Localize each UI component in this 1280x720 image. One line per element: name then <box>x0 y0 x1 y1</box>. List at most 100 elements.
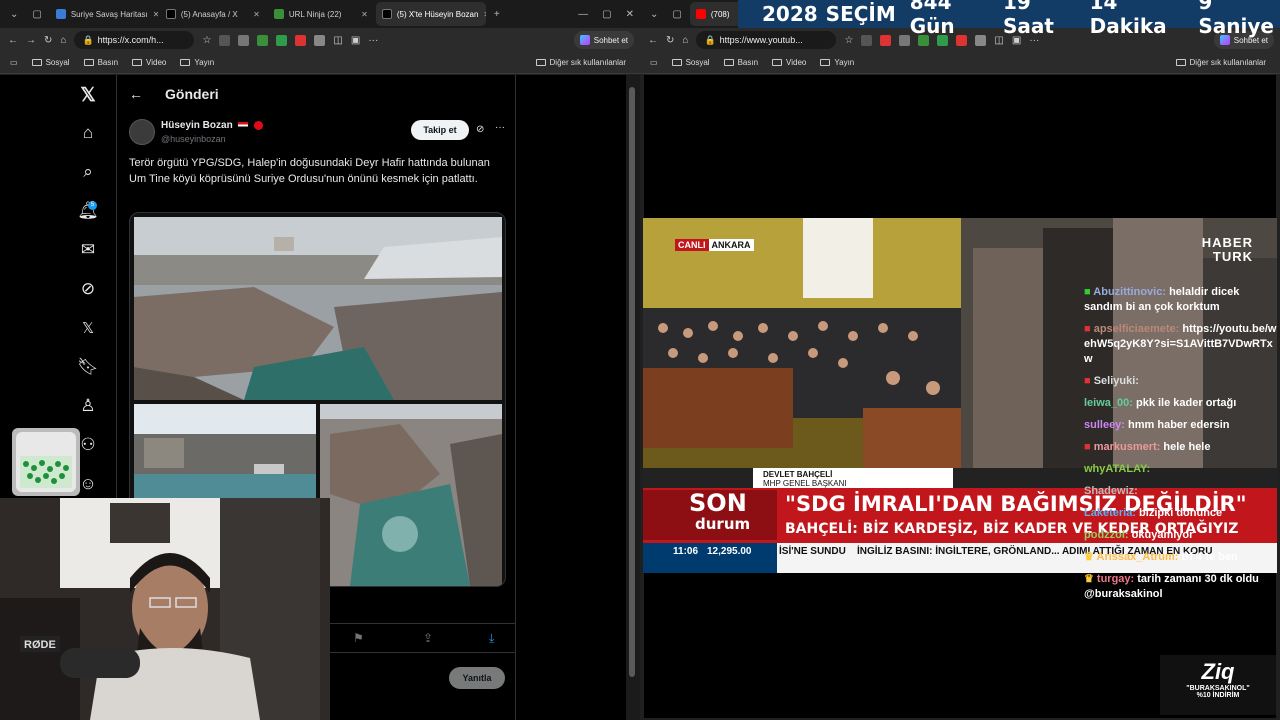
live-tag: CANLI ANKARA <box>675 239 754 251</box>
chat-user: turgay: <box>1096 573 1135 585</box>
extension-icon[interactable] <box>899 34 911 46</box>
bookmark-folder[interactable]: Yayın <box>820 58 854 67</box>
chat-user: Seliyuki: <box>1093 375 1139 387</box>
x-logo-icon[interactable]: 𝕏 <box>78 85 98 106</box>
follow-button[interactable]: Takip et <box>411 120 469 140</box>
author-name-row[interactable]: Hüseyin Bozan <box>161 120 264 131</box>
home-icon[interactable]: ⌂ <box>78 123 98 143</box>
premium-x-icon[interactable]: 𝕏 <box>78 318 98 338</box>
extension-icon[interactable] <box>295 34 307 46</box>
bookmark-icon[interactable]: ⚑ <box>353 631 364 645</box>
scrollbar-thumb[interactable] <box>629 87 635 677</box>
extension-icon[interactable] <box>314 34 326 46</box>
new-tab-icon[interactable]: + <box>488 9 506 20</box>
countdown-minutes-label: Dakika <box>1089 14 1167 38</box>
close-tab-icon[interactable]: ✕ <box>253 10 260 19</box>
bookmark-folder[interactable]: Sosyal <box>671 58 710 67</box>
extension-icon[interactable] <box>276 34 288 46</box>
download-icon[interactable]: ⤓ <box>489 631 494 646</box>
back-icon[interactable]: ← <box>8 35 18 46</box>
address-bar[interactable]: 🔒 https://x.com/h... <box>74 31 195 49</box>
folder-icon <box>820 59 831 66</box>
stream-chat-overlay: ■ Abuzittinovic: helaldir dicek sandım b… <box>1084 285 1279 609</box>
extension-icon[interactable] <box>219 34 231 46</box>
chat-message: ■ Seliyuki: <box>1084 374 1279 389</box>
favorite-star-icon[interactable]: ☆ <box>202 35 211 46</box>
collections-icon[interactable]: ▣ <box>351 35 360 46</box>
countdown-hours: 19 <box>1003 0 1031 14</box>
address-bar[interactable]: 🔒 https://www.youtub... <box>696 31 837 49</box>
author-handle[interactable]: @huseyinbozan <box>161 134 226 144</box>
bridge-photo-right[interactable] <box>320 404 502 586</box>
bridge-photo-main[interactable] <box>134 217 502 400</box>
favorite-star-icon[interactable]: ☆ <box>844 35 853 46</box>
left-bookmarks-bar: ▭ Sosyal Basın Video Yayın Diğer sık kul… <box>0 52 640 74</box>
minimize-icon[interactable]: — <box>572 9 594 20</box>
close-tab-icon[interactable]: ✕ <box>153 10 158 19</box>
bookmark-folder[interactable]: Video <box>132 58 166 67</box>
chat-message: leiwa_00: pkk ile kader ortağı <box>1084 396 1279 411</box>
workspaces-icon[interactable]: ▢ <box>666 9 687 20</box>
more-icon[interactable]: ··· <box>368 35 378 46</box>
split-screen-icon[interactable]: ◫ <box>333 35 342 46</box>
chat-text: Bf 4 te ben <box>1181 551 1238 563</box>
bookmark-folder[interactable]: Video <box>772 58 806 67</box>
badge-icon: ■ <box>1084 323 1094 335</box>
grok-explain-icon[interactable]: ⊘ <box>476 124 484 135</box>
jobs-icon[interactable]: ♙ <box>78 396 98 416</box>
folder-icon <box>180 59 191 66</box>
chat-text: pkk ile kader ortağı <box>1135 397 1237 409</box>
webcam-image: RØDE <box>0 498 330 720</box>
explore-search-icon[interactable]: ⌕ <box>78 162 98 182</box>
other-bookmarks[interactable]: Diğer sık kullanılanlar <box>535 58 626 67</box>
tab-url-ninja[interactable]: URL Ninja (22) ✕ <box>268 2 374 26</box>
profile-icon[interactable]: ☺ <box>78 474 98 494</box>
extension-icon[interactable] <box>238 34 250 46</box>
sponsor-logo: Ziq <box>1201 659 1235 684</box>
reload-icon[interactable]: ↻ <box>666 35 674 46</box>
messages-icon[interactable]: ✉ <box>78 240 98 260</box>
bookmark-label: Video <box>786 58 807 67</box>
close-tab-icon[interactable]: ✕ <box>483 10 485 19</box>
maximize-icon[interactable]: ▢ <box>596 9 617 20</box>
reading-list-icon[interactable]: ▭ <box>650 58 658 67</box>
bookmark-folder[interactable]: Sosyal <box>31 58 70 67</box>
grok-icon[interactable]: ⊘ <box>78 279 98 299</box>
extension-icon[interactable] <box>257 34 269 46</box>
tab-actions-icon[interactable]: ⌄ <box>644 9 664 20</box>
tab-huseyin-bozan[interactable]: (5) X'te Hüseyin Bozan ✕ <box>375 2 486 26</box>
left-scrollbar[interactable] <box>626 75 640 720</box>
author-avatar[interactable] <box>129 119 155 145</box>
back-icon[interactable]: ← <box>648 35 658 46</box>
bookmark-folder[interactable]: Basın <box>83 58 118 67</box>
reply-button[interactable]: Yanıtla <box>449 667 505 689</box>
extension-icon[interactable] <box>880 34 892 46</box>
folder-icon <box>31 59 42 66</box>
communities-icon[interactable]: ⚇ <box>78 435 98 455</box>
close-tab-icon[interactable]: ✕ <box>361 10 368 19</box>
speaker-title: MHP GENEL BAŞKANI <box>763 479 847 488</box>
close-window-icon[interactable]: ✕ <box>620 9 640 20</box>
home-icon[interactable]: ⌂ <box>60 35 66 46</box>
turkey-flag-icon <box>254 120 264 130</box>
chat-message: ■ markusmert: hele hele <box>1084 440 1279 455</box>
bookmarks-icon[interactable]: 🔖︎ <box>77 357 99 377</box>
other-bookmarks[interactable]: Diğer sık kullanılanlar <box>1175 58 1266 67</box>
folder-icon <box>132 59 143 66</box>
reading-list-icon[interactable]: ▭ <box>10 58 18 67</box>
bookmark-folder[interactable]: Basın <box>723 58 758 67</box>
more-options-icon[interactable]: ··· <box>495 122 505 133</box>
home-icon[interactable]: ⌂ <box>682 35 688 46</box>
share-icon[interactable]: ⇪ <box>423 631 433 645</box>
tab-suriye-harita[interactable]: Suriye Savaş Haritası ✕ <box>50 2 158 26</box>
tab-actions-icon[interactable]: ⌄ <box>4 9 24 20</box>
copilot-button[interactable]: Sohbet et <box>573 31 634 49</box>
bookmark-label: Video <box>146 58 167 67</box>
workspaces-icon[interactable]: ▢ <box>26 9 47 20</box>
back-arrow-icon[interactable]: ← <box>129 86 143 102</box>
extension-icon[interactable] <box>861 34 873 46</box>
reload-icon[interactable]: ↻ <box>44 35 52 46</box>
forward-icon[interactable]: → <box>26 35 36 46</box>
bookmark-folder[interactable]: Yayın <box>180 58 214 67</box>
tab-anasayfa-x[interactable]: (5) Anasayfa / X ✕ <box>160 2 266 26</box>
